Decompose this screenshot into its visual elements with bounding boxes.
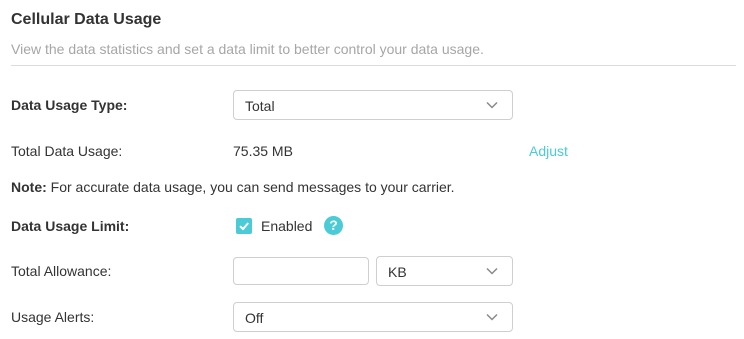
total-data-usage-label: Total Data Usage: (11, 143, 123, 159)
data-usage-type-label: Data Usage Type: (11, 97, 128, 113)
carrier-note: Note: For accurate data usage, you can s… (11, 178, 455, 196)
header-divider (11, 65, 736, 66)
usage-alerts-select[interactable]: Off (233, 302, 513, 332)
total-data-usage-value: 75.35 MB (233, 143, 293, 159)
usage-alerts-value: Off (245, 310, 264, 326)
question-icon[interactable]: ? (324, 216, 343, 235)
note-prefix: Note: (11, 179, 47, 195)
total-allowance-label: Total Allowance: (11, 263, 112, 279)
page-title: Cellular Data Usage (11, 11, 162, 28)
chevron-down-icon (486, 311, 498, 323)
usage-alerts-label: Usage Alerts: (11, 309, 95, 325)
allowance-unit-select[interactable]: KB (376, 256, 513, 286)
page-description: View the data statistics and set a data … (11, 41, 484, 57)
data-usage-type-value: Total (245, 98, 275, 114)
enabled-checkbox[interactable] (236, 218, 252, 234)
allowance-unit-value: KB (388, 264, 407, 280)
chevron-down-icon (486, 99, 498, 111)
total-allowance-input[interactable] (233, 257, 369, 285)
data-usage-limit-label: Data Usage Limit: (11, 218, 130, 234)
note-text: For accurate data usage, you can send me… (46, 179, 455, 195)
cellular-data-usage-page: Cellular Data Usage View the data statis… (0, 0, 744, 339)
adjust-link[interactable]: Adjust (529, 142, 568, 160)
data-usage-type-select[interactable]: Total (233, 90, 513, 120)
chevron-down-icon (486, 265, 498, 277)
enabled-checkbox-label[interactable]: Enabled (261, 217, 312, 235)
